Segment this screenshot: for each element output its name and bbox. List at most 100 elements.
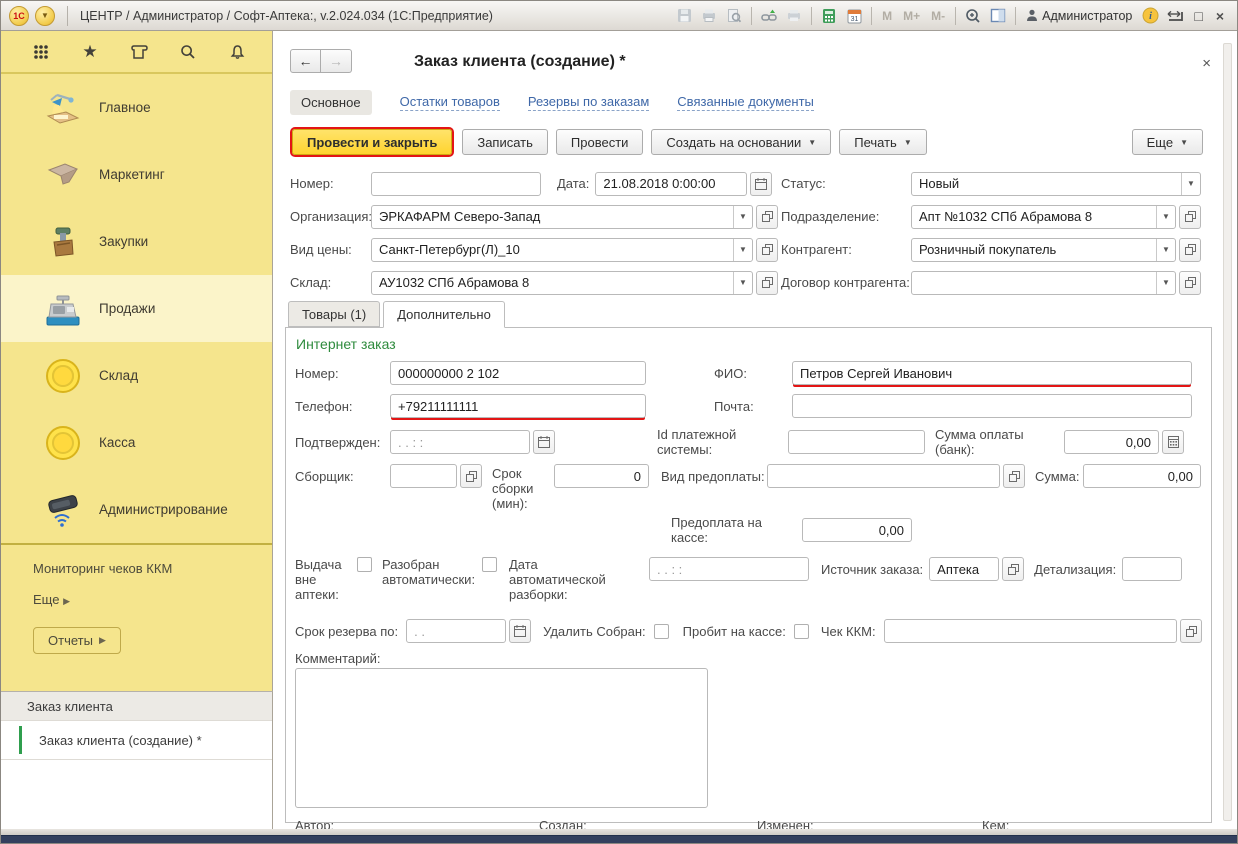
collector-open-button[interactable]	[460, 464, 482, 488]
reserve-until-calendar-button[interactable]	[509, 619, 531, 643]
contract-select[interactable]: ▼	[911, 271, 1176, 295]
vertical-scrollbar[interactable]	[1223, 43, 1232, 821]
bank-amount-calculator-button[interactable]	[1162, 430, 1184, 454]
favorites-star-icon[interactable]: ★	[80, 42, 100, 62]
phone-input[interactable]: +79211111111	[390, 394, 646, 418]
sidebar-item-administrirovanie[interactable]: Администрирование	[1, 476, 272, 543]
cash-receipt-checkbox[interactable]	[794, 624, 809, 639]
nav-linked-docs-link[interactable]: Связанные документы	[677, 94, 814, 111]
notifications-bell-icon[interactable]	[227, 42, 247, 62]
counterparty-open-button[interactable]	[1179, 238, 1201, 262]
info-icon[interactable]: i	[1139, 6, 1161, 26]
warehouse-open-button[interactable]	[756, 271, 778, 295]
contract-open-button[interactable]	[1179, 271, 1201, 295]
nav-main[interactable]: Основное	[290, 90, 372, 115]
write-button[interactable]: Записать	[462, 129, 548, 155]
price-type-select[interactable]: Санкт-Петербург(Л)_10▼	[371, 238, 753, 262]
print-icon[interactable]	[698, 6, 720, 26]
link-icon[interactable]	[758, 6, 780, 26]
zoom-icon[interactable]	[962, 6, 984, 26]
prepayment-type-open-button[interactable]	[1003, 464, 1025, 488]
status-select[interactable]: Новый▼	[911, 172, 1201, 196]
organization-select[interactable]: ЭРКАФАРМ Северо-Запад▼	[371, 205, 753, 229]
sidebar-item-zakupki[interactable]: Закупки	[1, 208, 272, 275]
detail-input[interactable]	[1122, 557, 1182, 581]
auto-disassembly-date-input[interactable]: . . : :	[649, 557, 809, 581]
memory-plus-button[interactable]: M+	[899, 9, 924, 23]
forward-button[interactable]: →	[321, 49, 352, 73]
prepayment-type-input[interactable]	[767, 464, 1000, 488]
close-form-icon[interactable]: ×	[1202, 55, 1211, 72]
order-source-open-button[interactable]	[1002, 557, 1024, 581]
delete-collected-checkbox[interactable]	[654, 624, 669, 639]
calendar-icon[interactable]: 31	[843, 6, 865, 26]
warehouse-select[interactable]: АУ1032 СПб Абрамова 8▼	[371, 271, 753, 295]
maximize-button[interactable]: □	[1189, 8, 1207, 24]
sidebar-item-marketing[interactable]: Маркетинг	[1, 141, 272, 208]
fax-icon[interactable]	[783, 6, 805, 26]
reserve-until-date-input[interactable]: . .	[406, 619, 506, 643]
confirmed-datetime-input[interactable]: . . : :	[390, 430, 530, 454]
back-button[interactable]: ←	[290, 49, 321, 73]
save-icon[interactable]	[673, 6, 695, 26]
chevron-down-icon[interactable]: ▼	[1156, 239, 1175, 261]
print-button[interactable]: Печать▼	[839, 129, 927, 155]
sidebar-item-prodazhi[interactable]: Продажи	[1, 275, 272, 342]
disassembled-checkbox[interactable]	[482, 557, 497, 572]
monitoring-link[interactable]: Мониторинг чеков ККМ	[33, 561, 272, 576]
post-and-close-button[interactable]: Провести и закрыть	[292, 129, 452, 155]
department-open-button[interactable]	[1179, 205, 1201, 229]
payment-id-input[interactable]	[788, 430, 925, 454]
search-icon[interactable]	[178, 42, 198, 62]
memory-minus-button[interactable]: M-	[927, 9, 949, 23]
calculator-icon[interactable]	[818, 6, 840, 26]
chevron-down-icon[interactable]: ▼	[733, 272, 752, 294]
reports-button[interactable]: Отчеты ▶	[33, 627, 121, 654]
more-button[interactable]: Еще▼	[1132, 129, 1203, 155]
open-window-item[interactable]: Заказ клиента	[1, 692, 272, 721]
internet-number-input[interactable]: 000000000 2 102	[390, 361, 646, 385]
date-calendar-button[interactable]	[750, 172, 772, 196]
counterparty-select[interactable]: Розничный покупатель▼	[911, 238, 1176, 262]
number-input[interactable]	[371, 172, 541, 196]
post-button[interactable]: Провести	[556, 129, 644, 155]
amount-input[interactable]: 0,00	[1083, 464, 1201, 488]
confirmed-calendar-button[interactable]	[533, 430, 555, 454]
sidebar-item-sklad[interactable]: Склад	[1, 342, 272, 409]
collector-input[interactable]	[390, 464, 457, 488]
build-time-input[interactable]: 0	[554, 464, 649, 488]
nav-reserves-link[interactable]: Резервы по заказам	[528, 94, 649, 111]
email-input[interactable]	[792, 394, 1192, 418]
resize-width-icon[interactable]	[1164, 6, 1186, 26]
chevron-down-icon[interactable]: ▼	[1156, 206, 1175, 228]
main-menu-button[interactable]: ▼	[35, 6, 55, 26]
issue-outside-checkbox[interactable]	[357, 557, 372, 572]
price-type-open-button[interactable]	[756, 238, 778, 262]
comment-textarea[interactable]	[295, 668, 708, 808]
sections-menu-icon[interactable]	[31, 42, 51, 62]
sidebar-item-kassa[interactable]: Касса	[1, 409, 272, 476]
chevron-down-icon[interactable]: ▼	[1181, 173, 1200, 195]
chevron-down-icon[interactable]: ▼	[733, 206, 752, 228]
nav-stock-link[interactable]: Остатки товаров	[400, 94, 500, 111]
history-icon[interactable]	[129, 42, 149, 62]
create-based-on-button[interactable]: Создать на основании▼	[651, 129, 831, 155]
tab-goods[interactable]: Товары (1)	[288, 301, 380, 327]
split-view-icon[interactable]	[987, 6, 1009, 26]
bank-amount-input[interactable]: 0,00	[1064, 430, 1159, 454]
prepayment-cash-input[interactable]: 0,00	[802, 518, 912, 542]
memory-recall-button[interactable]: M	[878, 9, 896, 23]
sidebar-item-glavnoe[interactable]: Главное	[1, 74, 272, 141]
current-user[interactable]: Администратор	[1022, 9, 1136, 23]
order-source-input[interactable]: Аптека	[929, 557, 999, 581]
kkm-check-input[interactable]	[884, 619, 1177, 643]
close-window-button[interactable]: ×	[1211, 8, 1229, 24]
open-window-item-active[interactable]: Заказ клиента (создание) *	[1, 721, 272, 760]
department-select[interactable]: Апт №1032 СПб Абрамова 8▼	[911, 205, 1176, 229]
fio-input[interactable]: Петров Сергей Иванович	[792, 361, 1192, 385]
organization-open-button[interactable]	[756, 205, 778, 229]
sidebar-more-link[interactable]: Еще ▶	[33, 592, 272, 607]
tab-additional[interactable]: Дополнительно	[383, 301, 505, 328]
chevron-down-icon[interactable]: ▼	[733, 239, 752, 261]
date-input[interactable]: 21.08.2018 0:00:00	[595, 172, 747, 196]
